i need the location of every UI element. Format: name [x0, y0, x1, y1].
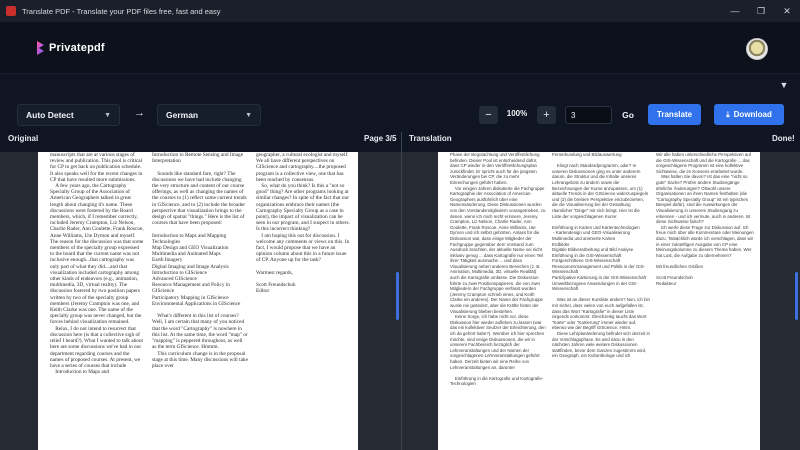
translation-pdf-viewer[interactable]: Phase der Begutachtung und Veröffentlich… [402, 152, 800, 450]
app-header: Privatepdf [0, 22, 800, 74]
translated-pdf-page: Phase der Begutachtung und Veröffentlich… [438, 152, 760, 450]
zoom-level: 100% [506, 109, 528, 118]
original-scrollbar[interactable] [396, 272, 399, 320]
source-language-select[interactable]: Auto Detect ▼ [17, 104, 120, 126]
privatepdf-logo-icon [37, 41, 44, 55]
translation-scrollbar[interactable] [795, 272, 798, 320]
window-controls: — ❐ ✕ [722, 0, 800, 22]
translation-status: Done! [772, 134, 795, 143]
page-number-input[interactable] [565, 106, 612, 124]
window-titlebar: Translate PDF - Translate your PDF files… [0, 0, 800, 22]
minimize-button[interactable]: — [722, 0, 748, 22]
user-avatar[interactable] [746, 38, 768, 60]
translation-column-2: Fernerkundung und Bildauswertung Klingt … [552, 152, 650, 359]
chevron-down-icon: ▼ [245, 111, 252, 119]
original-column-2: Introduction to Remote Sensing and Image… [152, 152, 248, 369]
window-title: Translate PDF - Translate your PDF files… [22, 6, 221, 16]
original-pdf-viewer[interactable]: manuscripts that are at various stages o… [0, 152, 401, 450]
chevron-down-icon: ▼ [779, 80, 789, 90]
zoom-out-button[interactable]: − [479, 106, 498, 124]
original-pdf-page: manuscripts that are at various stages o… [38, 152, 358, 450]
collapse-toggle[interactable]: ▼ [774, 76, 794, 94]
translation-column-1: Phase der Begutachtung und Veröffentlich… [450, 152, 546, 387]
zoom-in-button[interactable]: + [537, 106, 556, 124]
download-button[interactable]: ⤓ Download [714, 104, 784, 125]
translation-column-3: Wir alle haben unterschiedliche Perspekt… [656, 152, 754, 286]
go-button[interactable]: Go [617, 106, 639, 124]
original-column-3: geographer, a cultural ecologist and mys… [256, 152, 350, 295]
download-label: Download [733, 110, 772, 119]
app-icon [6, 6, 16, 16]
restore-button[interactable]: ❐ [748, 0, 774, 22]
target-language-value: German [166, 110, 199, 120]
close-button[interactable]: ✕ [774, 0, 800, 22]
translate-button[interactable]: Translate [648, 104, 701, 125]
brand-name: Privatepdf [49, 42, 105, 54]
brand-logo[interactable]: Privatepdf [36, 40, 105, 56]
original-pane-title: Original [8, 134, 39, 143]
arrow-right-icon: → [134, 107, 145, 119]
original-column-1: manuscripts that are at various stages o… [50, 152, 144, 376]
page-indicator: Page 3/5 [364, 134, 397, 143]
target-language-select[interactable]: German ▼ [157, 104, 261, 126]
translation-pane-title: Translation [409, 134, 452, 143]
chevron-down-icon: ▼ [104, 111, 111, 119]
source-language-value: Auto Detect [26, 110, 74, 120]
download-icon: ⤓ [726, 109, 730, 119]
